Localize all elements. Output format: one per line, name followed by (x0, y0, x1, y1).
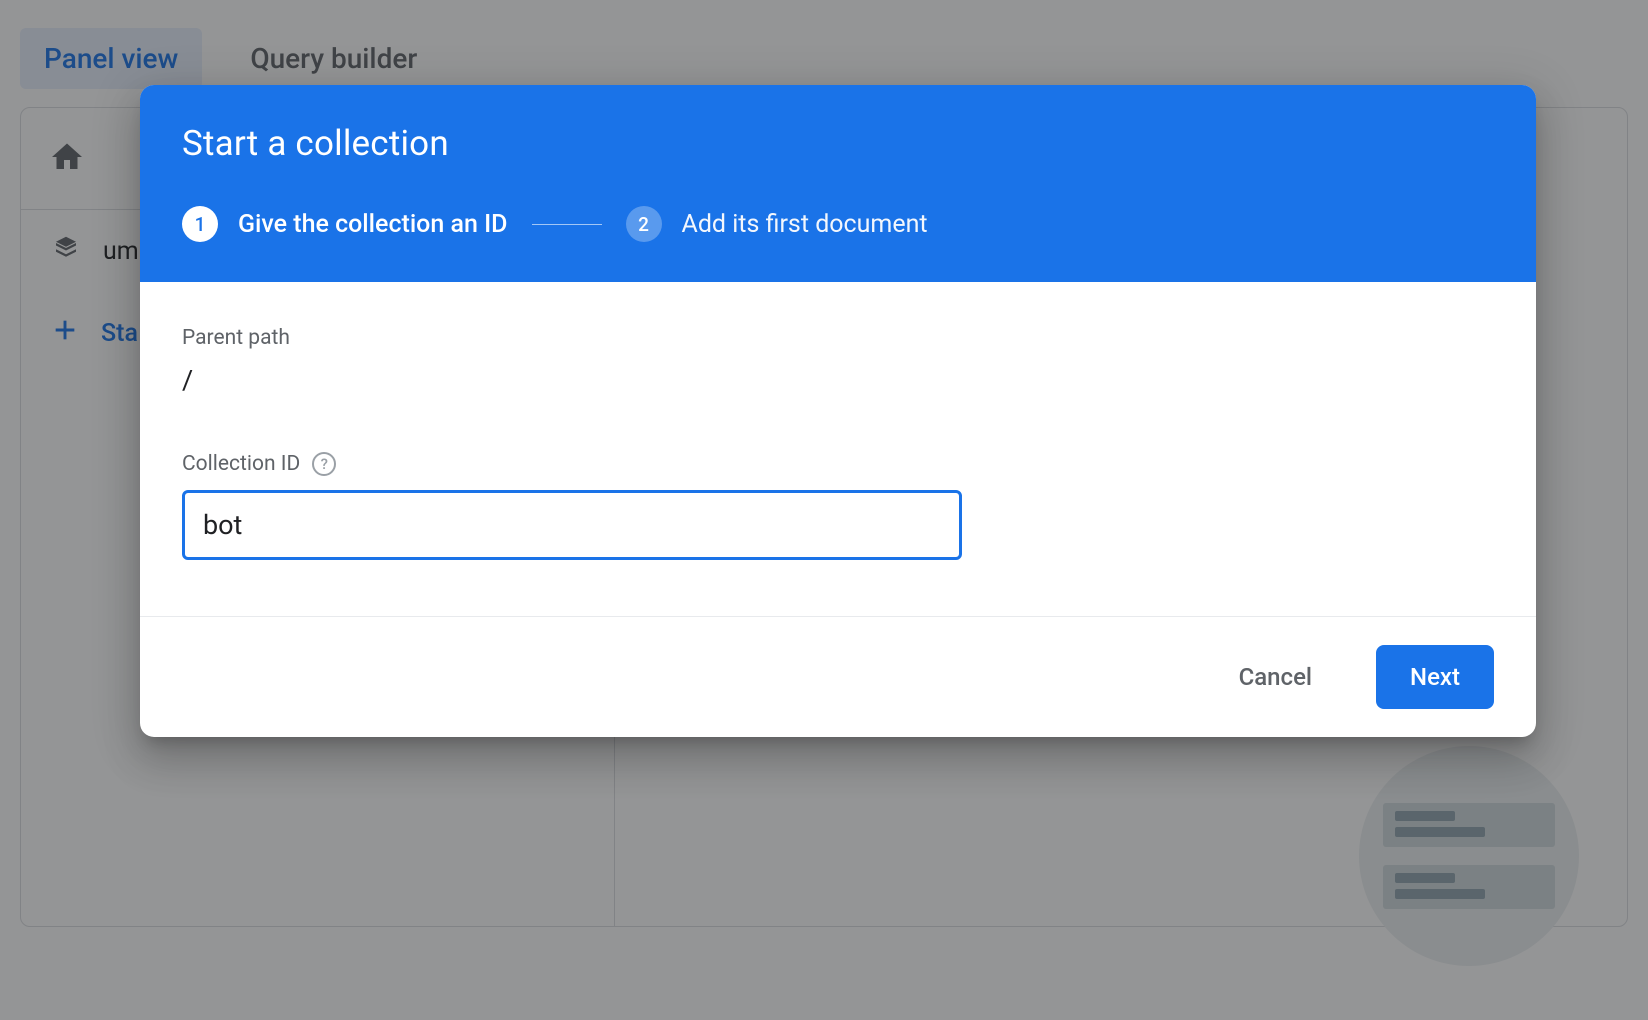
start-collection-dialog: Start a collection 1 Give the collection… (140, 85, 1536, 737)
next-button[interactable]: Next (1376, 645, 1494, 709)
cancel-button[interactable]: Cancel (1205, 645, 1346, 709)
step-connector (532, 224, 602, 225)
dialog-title: Start a collection (182, 123, 1494, 164)
help-icon[interactable]: ? (312, 452, 336, 476)
step-1-badge: 1 (182, 206, 218, 242)
step-2-label: Add its first document (682, 210, 928, 239)
dialog-body: Parent path / Collection ID ? (140, 282, 1536, 616)
stepper: 1 Give the collection an ID 2 Add its fi… (182, 206, 1494, 242)
step-1: 1 Give the collection an ID (182, 206, 508, 242)
parent-path-label: Parent path (182, 326, 1494, 350)
step-2: 2 Add its first document (626, 206, 928, 242)
dialog-header: Start a collection 1 Give the collection… (140, 85, 1536, 282)
step-1-label: Give the collection an ID (238, 210, 508, 239)
collection-id-input[interactable] (182, 490, 962, 560)
step-2-badge: 2 (626, 206, 662, 242)
collection-id-label-row: Collection ID ? (182, 452, 1494, 476)
parent-path-value: / (182, 364, 1494, 396)
collection-id-label: Collection ID (182, 452, 300, 476)
dialog-footer: Cancel Next (140, 616, 1536, 737)
